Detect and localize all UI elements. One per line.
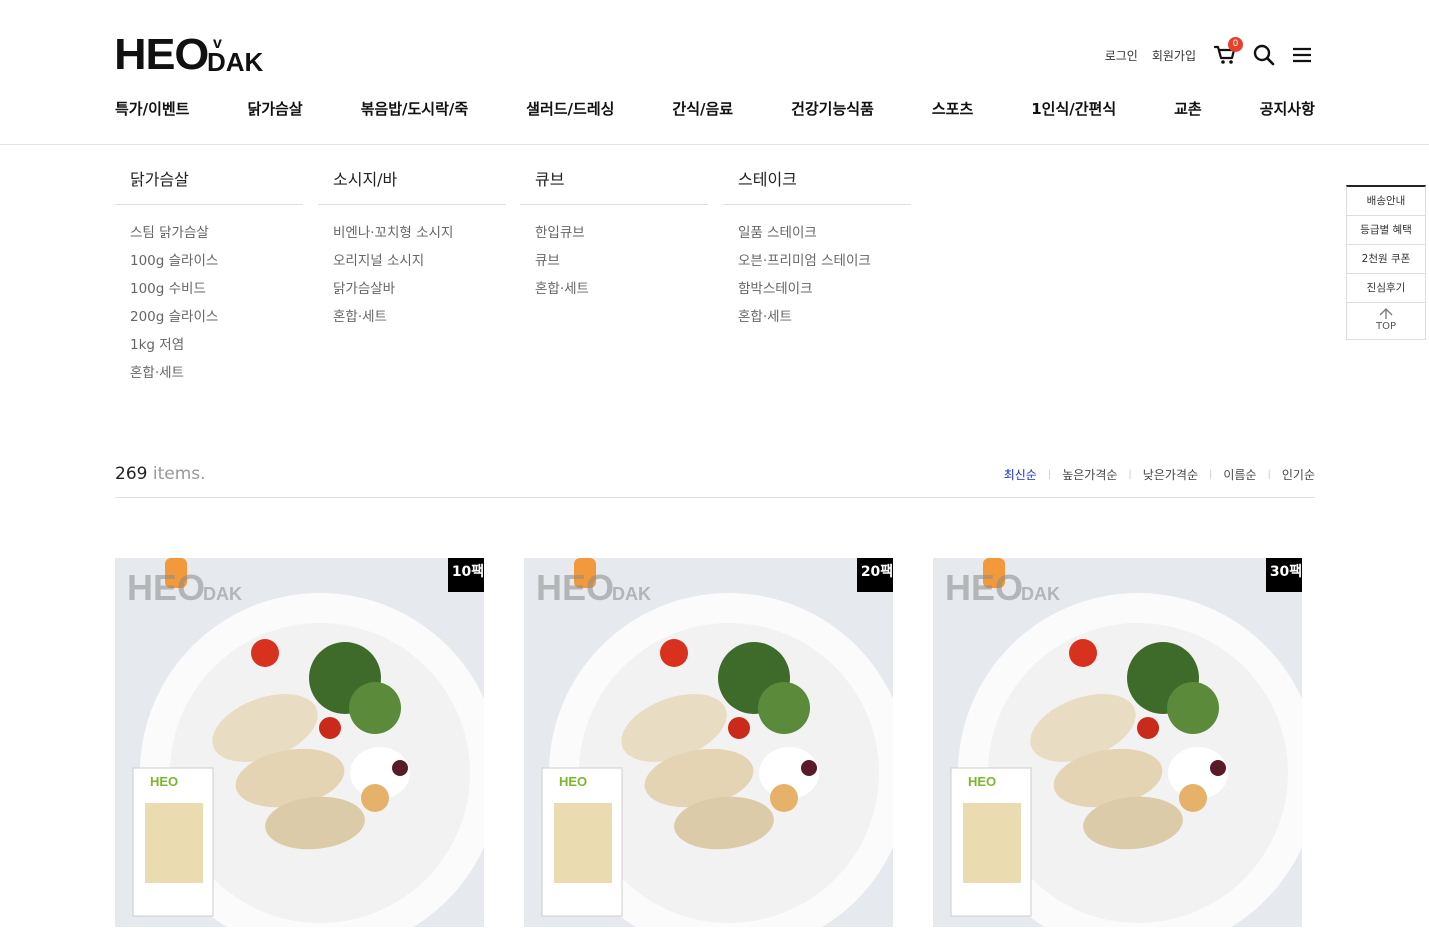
product-image: HEO DAK HEO	[115, 558, 484, 927]
mega-menu-link[interactable]: 100g 슬라이스	[130, 251, 303, 279]
quick-reviews[interactable]: 진심후기	[1347, 274, 1425, 303]
nav-item-sports[interactable]: 스포츠	[932, 98, 973, 124]
pack-count-badge: 10팩	[448, 558, 484, 592]
item-count: 269 items.	[115, 464, 206, 484]
nav-item-salad[interactable]: 샐러드/드레싱	[526, 98, 614, 124]
hamburger-menu-icon[interactable]	[1290, 43, 1314, 67]
svg-text:DAK: DAK	[203, 584, 242, 604]
mega-menu-link[interactable]: 비엔나·꼬치형 소시지	[333, 223, 506, 251]
mega-menu-link[interactable]: 일품 스테이크	[738, 223, 911, 251]
scroll-top-button[interactable]: TOP	[1347, 303, 1425, 339]
svg-text:HEO: HEO	[945, 567, 1023, 608]
mega-column-title[interactable]: 닭가슴살	[115, 160, 303, 205]
mega-menu-link[interactable]: 혼합·세트	[738, 307, 911, 335]
product-image: HEO DAK HEO	[933, 558, 1302, 927]
mega-column-steak: 스테이크 일품 스테이크 오븐·프리미엄 스테이크 함박스테이크 혼합·세트	[723, 160, 911, 335]
product-card[interactable]: HEO DAK HEO 30팩	[933, 558, 1302, 927]
nav-item-kyochon[interactable]: 교촌	[1174, 98, 1202, 124]
svg-text:HEO: HEO	[150, 774, 178, 789]
mega-menu-link[interactable]: 함박스테이크	[738, 279, 911, 307]
svg-text:DAK: DAK	[1021, 584, 1060, 604]
mega-column-cube: 큐브 한입큐브 큐브 혼합·세트	[520, 160, 708, 307]
product-image: HEO DAK HEO	[524, 558, 893, 927]
mega-menu-link[interactable]: 혼합·세트	[535, 279, 708, 307]
svg-text:HEO: HEO	[559, 774, 587, 789]
product-list-header: 269 items. 최신순 | 높은가격순 | 낮은가격순 | 이름순 | 인…	[115, 462, 1315, 498]
nav-item-notice[interactable]: 공지사항	[1260, 98, 1315, 124]
mega-column-sausage: 소시지/바 비엔나·꼬치형 소시지 오리지널 소시지 닭가슴살바 혼합·세트	[318, 160, 506, 335]
mega-menu-link[interactable]: 혼합·세트	[130, 363, 303, 391]
quick-coupon[interactable]: 2천원 쿠폰	[1347, 245, 1425, 274]
quick-grade-benefits[interactable]: 등급별 혜택	[1347, 216, 1425, 245]
mega-menu-link[interactable]: 한입큐브	[535, 223, 708, 251]
mega-column-title[interactable]: 스테이크	[723, 160, 911, 205]
mega-menu: 닭가슴살 스팀 닭가슴살 100g 슬라이스 100g 수비드 200g 슬라이…	[115, 160, 915, 400]
mega-menu-link[interactable]: 오븐·프리미엄 스테이크	[738, 251, 911, 279]
nav-item-rice[interactable]: 볶음밥/도시락/죽	[361, 98, 469, 124]
nav-item-event[interactable]: 특가/이벤트	[115, 98, 189, 124]
mega-menu-link[interactable]: 100g 수비드	[130, 279, 303, 307]
quick-side-menu: 배송안내 등급별 혜택 2천원 쿠폰 진심후기 TOP	[1346, 185, 1426, 340]
svg-text:HEO: HEO	[127, 567, 205, 608]
cart-icon[interactable]: 0	[1213, 37, 1243, 67]
sort-options: 최신순 | 높은가격순 | 낮은가격순 | 이름순 | 인기순	[1003, 466, 1315, 483]
arrow-up-icon	[1379, 308, 1393, 319]
join-link[interactable]: 회원가입	[1152, 47, 1196, 64]
svg-text:HEO: HEO	[536, 567, 614, 608]
mega-menu-link[interactable]: 200g 슬라이스	[130, 307, 303, 335]
site-logo[interactable]: HEO v DAK	[114, 33, 265, 79]
product-card[interactable]: HEO DAK HEO 10팩	[115, 558, 484, 927]
sort-name[interactable]: 이름순	[1223, 466, 1256, 483]
nav-item-single-meal[interactable]: 1인식/간편식	[1031, 98, 1116, 124]
nav-item-chicken-breast[interactable]: 닭가슴살	[247, 98, 302, 124]
login-link[interactable]: 로그인	[1105, 47, 1138, 64]
mega-menu-link[interactable]: 큐브	[535, 251, 708, 279]
site-header: HEO v DAK 로그인 회원가입 0 특가/이벤트 닭가슴살 볶음밥/도시락…	[0, 0, 1429, 145]
mega-column-title[interactable]: 큐브	[520, 160, 708, 205]
mega-menu-link[interactable]: 닭가슴살바	[333, 279, 506, 307]
mega-column-chicken-breast: 닭가슴살 스팀 닭가슴살 100g 슬라이스 100g 수비드 200g 슬라이…	[115, 160, 303, 391]
cart-count-badge: 0	[1228, 37, 1243, 52]
nav-item-health[interactable]: 건강기능식품	[791, 98, 874, 124]
mega-menu-link[interactable]: 1kg 저염	[130, 335, 303, 363]
svg-text:HEO: HEO	[968, 774, 996, 789]
mega-menu-link[interactable]: 스팀 닭가슴살	[130, 223, 303, 251]
utility-bar: 로그인 회원가입 0	[1105, 37, 1314, 68]
mega-column-title[interactable]: 소시지/바	[318, 160, 506, 205]
mega-menu-link[interactable]: 오리지널 소시지	[333, 251, 506, 279]
product-card[interactable]: HEO DAK HEO 20팩	[524, 558, 893, 927]
svg-text:DAK: DAK	[612, 584, 651, 604]
scroll-top-label: TOP	[1375, 321, 1396, 332]
sort-price-low[interactable]: 낮은가격순	[1143, 466, 1198, 483]
pack-count-badge: 20팩	[857, 558, 893, 592]
sort-popular[interactable]: 인기순	[1282, 466, 1315, 483]
pack-count-badge: 30팩	[1266, 558, 1302, 592]
sort-price-high[interactable]: 높은가격순	[1062, 466, 1117, 483]
main-navigation: 특가/이벤트 닭가슴살 볶음밥/도시락/죽 샐러드/드레싱 간식/음료 건강기능…	[115, 98, 1315, 124]
sort-newest[interactable]: 최신순	[1004, 466, 1037, 483]
quick-delivery-info[interactable]: 배송안내	[1347, 187, 1425, 216]
search-icon[interactable]	[1252, 43, 1276, 67]
nav-item-snack[interactable]: 간식/음료	[672, 98, 733, 124]
mega-menu-link[interactable]: 혼합·세트	[333, 307, 506, 335]
